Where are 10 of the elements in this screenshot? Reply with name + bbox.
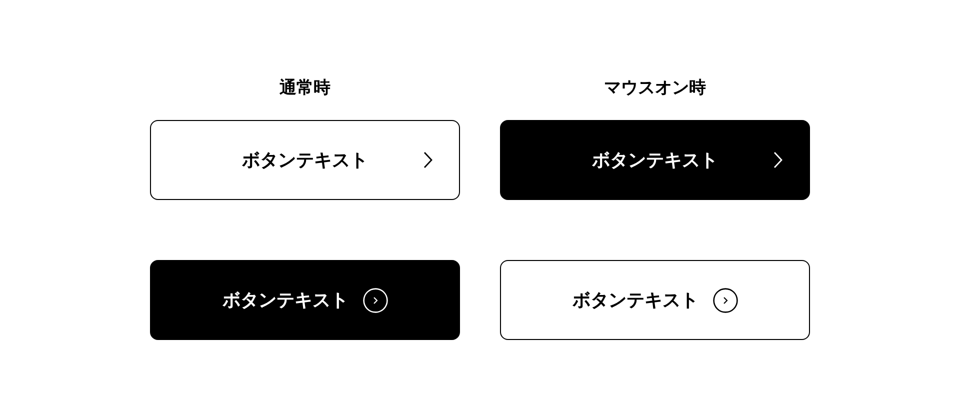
circled-chevron-icon: [362, 288, 388, 312]
text-button[interactable]: ボタンテキスト: [500, 260, 810, 340]
circled-chevron-icon: [712, 288, 738, 312]
column-heading: 通常時: [280, 78, 330, 98]
text-button[interactable]: ボタンテキスト: [150, 260, 460, 340]
column-heading: マウスオン時: [604, 78, 706, 98]
chevron-right-icon: [423, 151, 433, 169]
text-button[interactable]: ボタンテキスト: [150, 120, 460, 200]
chevron-right-icon: [773, 151, 783, 169]
text-button[interactable]: ボタンテキスト: [500, 120, 810, 200]
